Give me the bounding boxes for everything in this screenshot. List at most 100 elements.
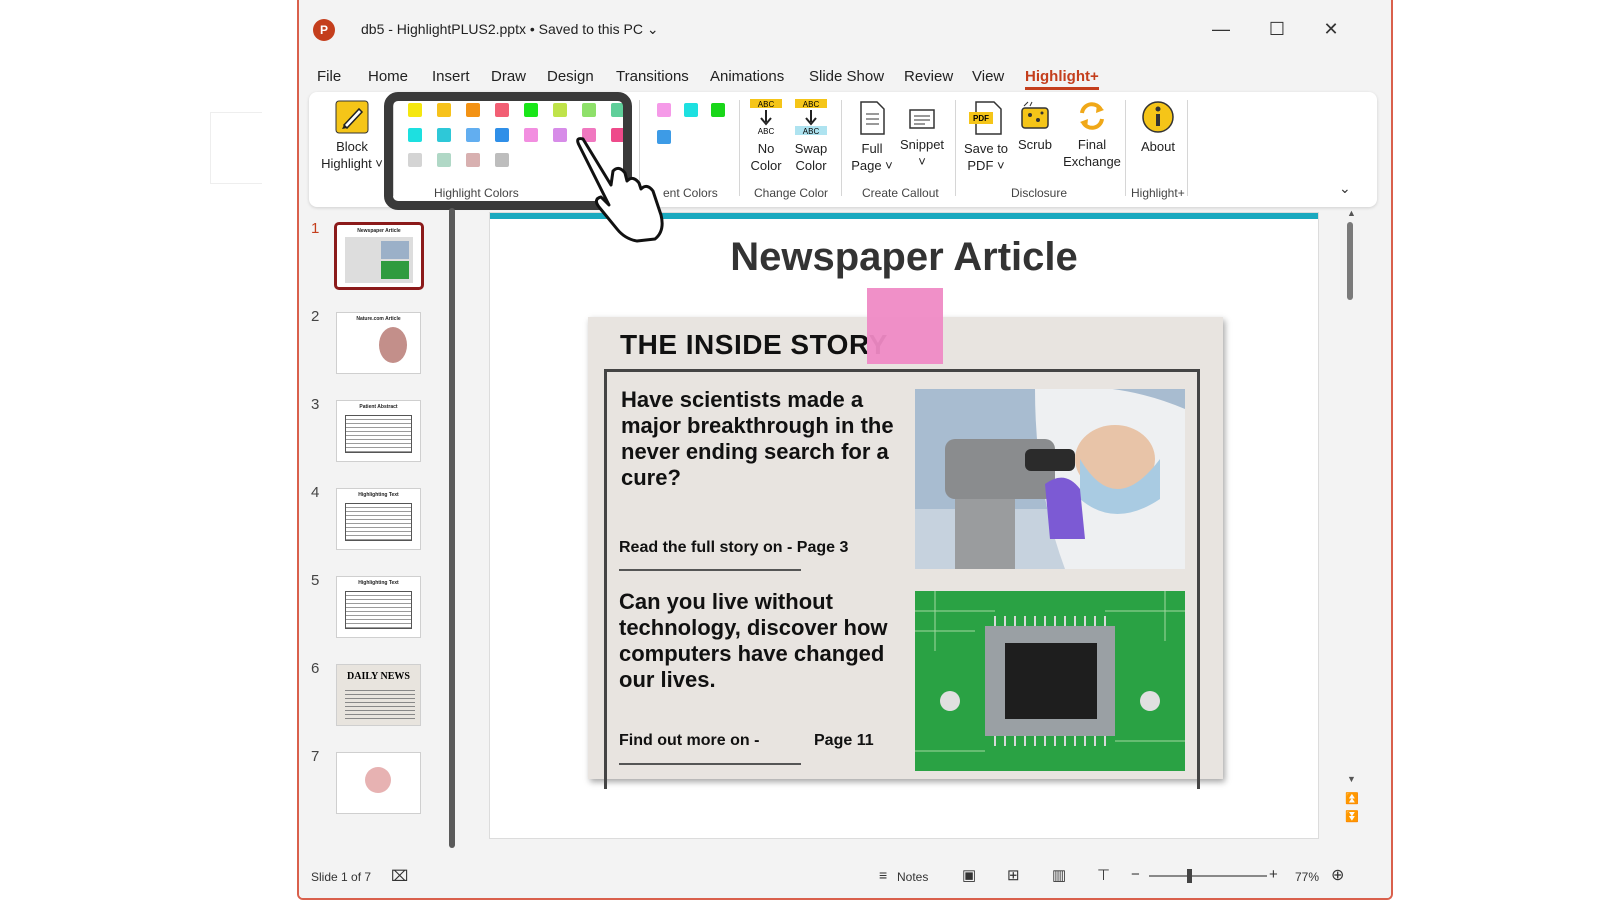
slide-thumbnail-1[interactable]: Newspaper Article [334,222,424,290]
highlightplus-group-label: Highlight+ [1131,186,1185,200]
save-to-pdf-button[interactable]: PDF Save to PDF ˅ [959,100,1013,174]
tab-review[interactable]: Review [904,68,953,85]
slide-number: 1 [311,220,320,237]
pointing-hand-icon [576,137,664,243]
tab-file[interactable]: File [317,68,341,85]
zoom-slider[interactable] [1149,869,1267,883]
story-two-text: Can you live without technology, discove… [619,589,888,692]
slide-number: 2 [311,308,320,325]
chevron-down-icon: ⌄ [646,21,659,37]
minimize-button[interactable]: — [1199,14,1243,44]
scroll-thumb[interactable] [1347,222,1353,300]
slide-thumbnail-5[interactable]: Highlighting Text [336,576,421,638]
scrub-button[interactable]: Scrub [1013,100,1057,153]
slide-number: 3 [311,396,320,413]
scroll-down-icon[interactable]: ▼ [1347,774,1356,784]
ribbon-separator [739,100,740,196]
powerpoint-logo-icon: P [313,19,335,41]
sponge-icon [1021,101,1049,129]
svg-text:ABC: ABC [758,100,775,109]
svg-text:ABC: ABC [803,127,820,136]
svg-text:ABC: ABC [758,127,775,136]
slide-number: 6 [311,660,320,677]
slide-thumbnail-7[interactable] [336,752,421,814]
ribbon-tabs: File Home Insert Draw Design Transitions… [299,60,1391,90]
notes-icon[interactable]: ≡ [879,867,887,883]
no-color-button[interactable]: ABC ABC No Color [741,98,791,174]
slide-thumbnail-3[interactable]: Patient Abstract [336,400,421,462]
abc-swap-icon: ABC ABC [795,99,827,136]
document-title[interactable]: db5 - HighlightPLUS2.pptx • Saved to thi… [361,21,659,38]
scientist-photo [915,389,1185,569]
swap-color-button[interactable]: ABC ABC Swap Color [786,98,836,174]
tab-transitions[interactable]: Transitions [616,68,689,85]
slide-canvas[interactable]: Newspaper Article THE INSIDE STORY Have … [489,212,1319,839]
newspaper-image[interactable]: THE INSIDE STORY Have scientists made a … [588,317,1223,789]
slide-scrollbar[interactable]: ▲ ▼ ⏫ ⏬ [1343,208,1359,828]
tab-view[interactable]: View [972,68,1004,85]
recent-color-swatch[interactable] [657,103,671,117]
tab-highlightplus[interactable]: Highlight+ [1025,68,1099,90]
ribbon-separator [841,100,842,196]
full-page-button[interactable]: Full Page ˅ [846,100,898,174]
circuit-board-photo [915,591,1185,771]
ribbon: Block Highlight ˅ Highlight Colors ent C… [309,92,1377,210]
newspaper-headline: THE INSIDE STORY [620,329,888,360]
highlighter-icon [335,100,369,134]
ribbon-separator [955,100,956,196]
tab-insert[interactable]: Insert [432,68,470,85]
pdf-icon: PDF [969,101,1002,135]
zoom-out-icon[interactable]: − [1131,866,1140,883]
slide-thumbnail-4[interactable]: Highlighting Text [336,488,421,550]
slide-thumbnail-2[interactable]: Nature.com Article [336,312,421,374]
pink-highlight-block[interactable] [867,288,943,364]
close-button[interactable]: ✕ [1309,14,1353,44]
slide-count: Slide 1 of 7 [311,870,372,884]
slide-thumbnail-6[interactable]: DAILY NEWS [336,664,421,726]
normal-view-icon[interactable]: ▣ [962,866,976,884]
accessibility-icon[interactable]: ⌧ [391,867,408,885]
fit-to-window-icon[interactable]: ⊕ [1331,865,1344,885]
tab-slide-show[interactable]: Slide Show [809,68,884,85]
block-highlight-button[interactable]: Block Highlight ˅ [317,100,387,172]
maximize-button[interactable]: ☐ [1255,14,1299,44]
zoom-level[interactable]: 77% [1295,870,1319,884]
recent-color-swatch[interactable] [711,103,725,117]
exchange-icon [1080,102,1104,130]
create-callout-label: Create Callout [862,186,939,200]
zoom-in-icon[interactable]: + [1269,866,1278,883]
slide-thumbnails-pane: 1 Newspaper Article 2 Nature.com Article… [299,208,464,858]
slide-number: 7 [311,748,320,765]
thumb-image [345,237,413,283]
notes-button[interactable]: Notes [897,870,928,884]
collapse-ribbon-chevron-icon[interactable]: ⌄ [1339,180,1351,197]
slide-sorter-icon[interactable]: ⊞ [1007,866,1020,884]
status-bar: Slide 1 of 7 ⌧ ≡ Notes ▣ ⊞ ▥ ⊤ − + 77% ⊕ [299,858,1391,898]
recent-color-swatch[interactable] [684,103,698,117]
snippet-button[interactable]: Snippet ˅ [897,106,947,170]
previous-slide-icon[interactable]: ⏫ [1345,792,1359,805]
slide-number: 5 [311,572,320,589]
slideshow-icon[interactable]: ⊤ [1097,866,1110,884]
reading-view-icon[interactable]: ▥ [1052,866,1066,884]
info-icon [1142,101,1174,133]
divider [619,763,801,765]
story-one-text: Have scientists made a major breakthroug… [621,387,894,490]
tab-draw[interactable]: Draw [491,68,526,85]
thumbnail-scrollbar[interactable] [449,208,455,848]
slide-number: 4 [311,484,320,501]
ribbon-separator [1187,100,1188,196]
tab-design[interactable]: Design [547,68,594,85]
change-color-label: Change Color [754,186,829,200]
zoom-slider-thumb[interactable] [1187,869,1192,883]
tab-animations[interactable]: Animations [710,68,784,85]
read-more-text: Read the full story on - Page 3 [619,539,849,556]
scroll-up-icon[interactable]: ▲ [1347,208,1356,218]
final-exchange-button[interactable]: Final Exchange [1061,100,1123,170]
about-button[interactable]: About [1129,100,1187,155]
background-panel [210,112,262,184]
document-icon [860,101,885,135]
tab-home[interactable]: Home [368,68,408,85]
next-slide-icon[interactable]: ⏬ [1345,810,1359,823]
find-more-text: Find out more on - [619,732,760,749]
